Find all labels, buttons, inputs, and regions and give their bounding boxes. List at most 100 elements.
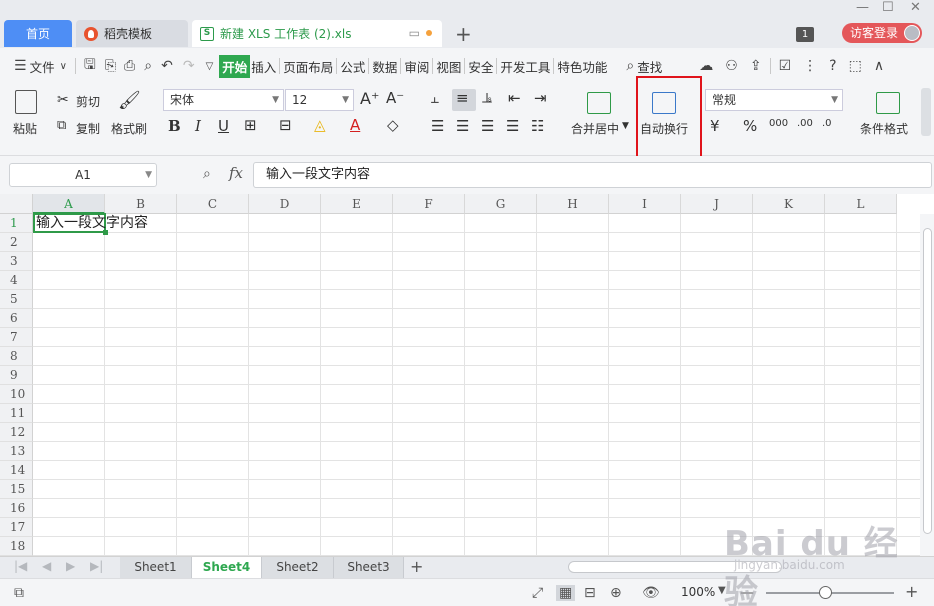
undo-icon[interactable]: ↶ <box>161 58 173 74</box>
window-count-badge[interactable]: 1 <box>796 27 814 42</box>
menu-developer[interactable]: 开发工具 <box>499 57 551 76</box>
new-tab-plus-icon[interactable]: + <box>455 22 472 46</box>
last-sheet-icon[interactable]: ▶| <box>90 559 103 573</box>
formula-input[interactable]: 输入一段文字内容 <box>253 162 932 188</box>
tab-document[interactable]: S 新建 XLS 工作表 (2).xls ▭ <box>192 20 442 47</box>
share-icon[interactable]: ⇪ <box>750 58 762 74</box>
conditional-format-button[interactable]: 条件格式 <box>860 120 908 137</box>
menu-start[interactable]: 开始 <box>219 54 251 78</box>
cut-icon[interactable]: ✂ <box>57 92 69 108</box>
page-layout-view-icon[interactable]: ⊕ <box>610 585 622 601</box>
cell-style-icon[interactable]: ⊟ <box>279 116 292 134</box>
chevron-down-icon[interactable]: ∨ <box>60 61 67 72</box>
menu-search[interactable]: 查找 <box>636 57 663 76</box>
clear-icon[interactable]: ◇ <box>387 116 399 134</box>
format-painter-icon[interactable]: 🖌 <box>118 90 141 111</box>
border-icon[interactable]: ⊞ <box>244 116 257 134</box>
cut-button[interactable]: 剪切 <box>76 93 100 110</box>
first-sheet-icon[interactable]: |◀ <box>14 559 27 573</box>
search-icon[interactable]: ⌕ <box>626 58 634 74</box>
column-header-d[interactable]: D <box>249 194 321 214</box>
copy-button[interactable]: 复制 <box>76 120 100 137</box>
fill-color-icon[interactable]: ◬ <box>314 116 326 134</box>
conditional-format-icon[interactable] <box>876 92 900 114</box>
login-button[interactable]: 访客登录 <box>842 23 922 43</box>
column-header-g[interactable]: G <box>465 194 537 214</box>
maximize-icon[interactable]: ☐ <box>882 0 894 15</box>
close-icon[interactable]: ✕ <box>910 0 921 15</box>
chevron-down-icon[interactable]: ▼ <box>622 121 629 131</box>
row-header-1[interactable]: 1 <box>0 214 33 233</box>
increase-decimal-icon[interactable]: .00 <box>797 118 813 129</box>
row-header-4[interactable]: 4 <box>0 271 33 290</box>
sheet-tab-sheet3[interactable]: Sheet3 <box>334 557 404 578</box>
thousands-separator-icon[interactable]: 000 <box>769 118 788 129</box>
column-header-l[interactable]: L <box>825 194 897 214</box>
justify-icon[interactable]: ☰ <box>506 117 519 135</box>
row-header-13[interactable]: 13 <box>0 442 33 461</box>
paste-button[interactable]: 粘贴 <box>13 120 37 137</box>
align-center-icon[interactable]: ☰ <box>456 117 469 135</box>
row-header-8[interactable]: 8 <box>0 347 33 366</box>
vertical-scroll-thumb[interactable] <box>923 228 932 534</box>
row-header-17[interactable]: 17 <box>0 518 33 537</box>
minimize-icon[interactable]: — <box>856 0 869 15</box>
row-header-3[interactable]: 3 <box>0 252 33 271</box>
align-bottom-icon[interactable]: ⫡ <box>482 89 492 107</box>
redo-icon[interactable]: ↷ <box>183 58 195 74</box>
menu-features[interactable]: 特色功能 <box>556 57 608 76</box>
row-header-10[interactable]: 10 <box>0 385 33 404</box>
sheet-tab-sheet2[interactable]: Sheet2 <box>262 557 334 578</box>
menu-insert[interactable]: 插入 <box>250 57 277 76</box>
increase-font-icon[interactable]: A⁺ <box>360 89 379 108</box>
align-left-icon[interactable]: ☰ <box>431 117 444 135</box>
bold-icon[interactable]: B <box>168 117 181 135</box>
name-box[interactable]: A1 ▼ <box>9 163 157 187</box>
align-top-icon[interactable]: ⫠ <box>430 89 439 107</box>
column-header-i[interactable]: I <box>609 194 681 214</box>
column-header-h[interactable]: H <box>537 194 609 214</box>
row-header-14[interactable]: 14 <box>0 461 33 480</box>
paste-icon[interactable] <box>15 90 37 114</box>
column-header-k[interactable]: K <box>753 194 825 214</box>
normal-view-icon[interactable]: ▦ <box>556 585 576 601</box>
row-header-15[interactable]: 15 <box>0 480 33 499</box>
print-icon[interactable]: ⎙ <box>124 58 135 74</box>
zoom-search-icon[interactable]: ⌕ <box>203 166 211 182</box>
decrease-font-icon[interactable]: A⁻ <box>386 89 404 107</box>
column-header-b[interactable]: B <box>105 194 177 214</box>
row-header-16[interactable]: 16 <box>0 499 33 518</box>
menu-formulas[interactable]: 公式 <box>339 57 366 76</box>
task-icon[interactable]: ☑ <box>779 58 792 74</box>
row-header-7[interactable]: 7 <box>0 328 33 347</box>
row-header-9[interactable]: 9 <box>0 366 33 385</box>
next-sheet-icon[interactable]: ▶ <box>66 559 75 573</box>
row-header-12[interactable]: 12 <box>0 423 33 442</box>
menu-view[interactable]: 视图 <box>435 57 462 76</box>
spreadsheet-grid[interactable]: A B C D E F G H I J K L 1 2 3 4 5 6 7 8 9 10 11 12 13 14 15 16 17 18 输… <box>0 194 920 556</box>
row-header-5[interactable]: 5 <box>0 290 33 309</box>
currency-icon[interactable]: ¥ <box>710 117 720 135</box>
sheet-status-icon[interactable]: ⧉ <box>14 585 24 601</box>
copy-icon[interactable]: ⧉ <box>57 118 66 133</box>
menu-data[interactable]: 数据 <box>371 57 398 76</box>
increase-indent-icon[interactable]: ⇥ <box>534 89 547 107</box>
format-painter-button[interactable]: 格式刷 <box>111 120 147 137</box>
column-header-e[interactable]: E <box>321 194 393 214</box>
tab-home[interactable]: 首页 <box>4 20 72 47</box>
prev-sheet-icon[interactable]: ◀ <box>42 559 51 573</box>
share-user-icon[interactable]: ⚇ <box>725 58 738 74</box>
row-header-6[interactable]: 6 <box>0 309 33 328</box>
menu-page-layout[interactable]: 页面布局 <box>282 57 334 76</box>
font-size-select[interactable]: 12 ▼ <box>285 89 354 111</box>
font-name-select[interactable]: 宋体 ▼ <box>163 89 284 111</box>
page-break-view-icon[interactable]: ⊟ <box>584 585 596 601</box>
hamburger-icon[interactable]: ☰ <box>14 58 27 74</box>
distributed-icon[interactable]: ☷ <box>531 117 544 135</box>
cloud-icon[interactable]: ☁ <box>699 58 713 74</box>
fullscreen-icon[interactable]: ⤢ <box>532 585 543 601</box>
add-sheet-icon[interactable]: + <box>410 557 423 576</box>
font-color-icon[interactable]: A <box>350 116 360 134</box>
menu-file[interactable]: 文件 <box>29 57 56 76</box>
select-all-corner[interactable] <box>0 194 33 214</box>
